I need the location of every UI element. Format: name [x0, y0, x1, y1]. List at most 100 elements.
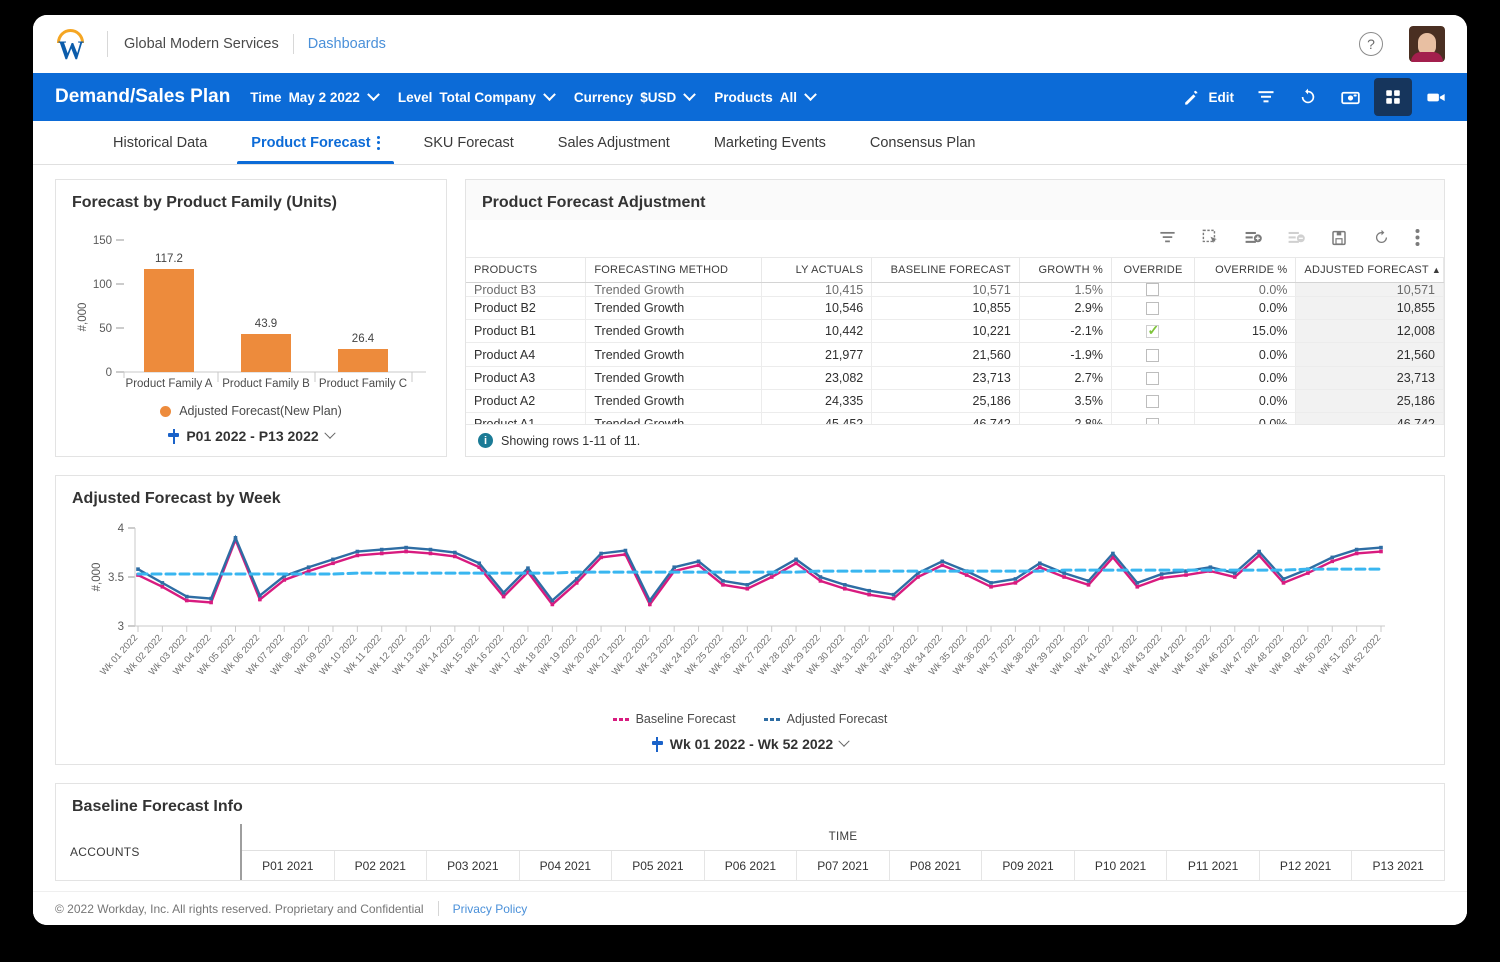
filter-level[interactable]: Level Total Company	[398, 87, 556, 105]
svg-text:0: 0	[106, 367, 112, 379]
table-row[interactable]: Product A3 Trended Growth 23,082 23,713 …	[466, 366, 1444, 390]
col-adjusted-forecast[interactable]: ADJUSTED FORECAST ▲	[1295, 258, 1444, 283]
grid-refresh-icon[interactable]	[1372, 228, 1391, 247]
override-checkbox[interactable]	[1146, 322, 1160, 339]
tab-marketing-events[interactable]: Marketing Events	[692, 121, 848, 164]
bar-product-family-b[interactable]	[241, 334, 291, 372]
bar-chart-period-selector[interactable]: P01 2022 - P13 2022	[56, 418, 446, 456]
filter-level-value: Total Company	[439, 89, 536, 105]
data-point	[550, 598, 555, 603]
filter-currency[interactable]: Currency $USD	[574, 87, 697, 105]
cell-override[interactable]	[1111, 389, 1195, 414]
col-growth-pct[interactable]: GROWTH %	[1019, 258, 1112, 283]
override-checkbox[interactable]	[1146, 395, 1160, 409]
cell-product: Product A2	[466, 389, 587, 414]
cell-override[interactable]	[1111, 342, 1195, 367]
filter-time[interactable]: Time May 2 2022	[250, 87, 380, 105]
filter-products[interactable]: Products All	[714, 87, 817, 105]
cell-override[interactable]	[1111, 282, 1195, 297]
cell-override-pct[interactable]: 0.0%	[1194, 412, 1297, 424]
override-checkbox[interactable]	[1146, 302, 1160, 316]
table-row[interactable]: Product B3 Trended Growth 10,415 10,571 …	[466, 282, 1444, 297]
user-avatar[interactable]	[1409, 26, 1445, 62]
col-ly-actuals[interactable]: LY ACTUALS	[761, 258, 873, 283]
bar-product-family-c[interactable]	[338, 349, 388, 372]
col-baseline-forecast[interactable]: BASELINE FORECAST	[871, 258, 1020, 283]
add-row-icon[interactable]	[1244, 228, 1263, 247]
period-header[interactable]: P01 2021	[242, 851, 335, 880]
tab-options-icon[interactable]	[376, 135, 380, 150]
accounts-column-header[interactable]: ACCOUNTS	[56, 824, 242, 880]
forecast-table: PRODUCTS FORECASTING METHOD LY ACTUALS B…	[466, 258, 1444, 424]
forecast-grid[interactable]: PRODUCTS FORECASTING METHOD LY ACTUALS B…	[466, 258, 1444, 424]
grid-filter-icon[interactable]	[1158, 228, 1177, 247]
table-row[interactable]: Product A2 Trended Growth 24,335 25,186 …	[466, 389, 1444, 414]
cell-override[interactable]	[1111, 412, 1195, 424]
cell-override-pct[interactable]: 0.0%	[1194, 296, 1297, 321]
period-header[interactable]: P05 2021	[612, 851, 705, 880]
tab-product-forecast[interactable]: Product Forecast	[229, 121, 401, 164]
data-point	[1086, 583, 1091, 587]
cell-override[interactable]	[1111, 366, 1195, 390]
edit-button[interactable]: Edit	[1173, 78, 1244, 116]
cell-ly-actuals: 45,452	[761, 412, 873, 424]
table-row[interactable]: Product B1 Trended Growth 10,442 10,221 …	[466, 319, 1444, 344]
cell-override-pct[interactable]: 0.0%	[1194, 342, 1297, 367]
filter-button[interactable]	[1247, 78, 1285, 116]
period-header[interactable]: P09 2021	[982, 851, 1075, 880]
cell-override-pct[interactable]: 0.0%	[1194, 366, 1297, 390]
override-checkbox[interactable]	[1146, 348, 1160, 362]
data-point	[867, 592, 871, 597]
cell-override[interactable]	[1111, 319, 1195, 344]
cell-override-pct[interactable]: 0.0%	[1194, 282, 1297, 297]
table-row[interactable]: Product B2 Trended Growth 10,546 10,855 …	[466, 296, 1444, 321]
override-checkbox[interactable]	[1146, 371, 1160, 385]
period-header[interactable]: P02 2021	[334, 851, 428, 880]
table-row[interactable]: Product A1 Trended Growth 45,452 46,742 …	[466, 412, 1444, 424]
override-checkbox[interactable]	[1146, 283, 1160, 296]
bar-product-family-a[interactable]	[144, 269, 194, 372]
grid-view-button[interactable]	[1374, 78, 1412, 116]
period-header[interactable]: P13 2021	[1352, 851, 1444, 880]
legend-adjusted-forecast[interactable]: Adjusted Forecast	[763, 712, 887, 726]
chevron-down-icon	[683, 87, 697, 101]
line-chart-legend: Baseline Forecast Adjusted Forecast	[56, 712, 1444, 726]
grid-select-icon[interactable]	[1201, 228, 1220, 247]
col-products[interactable]: PRODUCTS	[466, 258, 587, 283]
save-icon[interactable]	[1330, 229, 1348, 247]
col-forecasting-method[interactable]: FORECASTING METHOD	[585, 258, 762, 283]
tab-sku-forecast[interactable]: SKU Forecast	[402, 121, 536, 164]
cell-override-pct[interactable]: 0.0%	[1194, 389, 1297, 414]
record-button[interactable]	[1416, 78, 1457, 116]
snapshot-button[interactable]	[1331, 78, 1370, 116]
table-row[interactable]: Product A4 Trended Growth 21,977 21,560 …	[466, 342, 1444, 367]
col-override[interactable]: OVERRIDE	[1111, 258, 1195, 283]
col-override-pct[interactable]: OVERRIDE %	[1194, 258, 1297, 283]
more-options-icon[interactable]	[1415, 228, 1420, 247]
period-header[interactable]: P04 2021	[519, 851, 613, 880]
period-header[interactable]: P12 2021	[1259, 851, 1353, 880]
cell-override[interactable]	[1111, 296, 1195, 321]
tab-historical-data[interactable]: Historical Data	[91, 121, 229, 164]
privacy-policy-link[interactable]: Privacy Policy	[453, 902, 528, 916]
period-header[interactable]: P11 2021	[1167, 851, 1260, 880]
period-header[interactable]: P08 2021	[889, 851, 983, 880]
period-header[interactable]: P10 2021	[1074, 851, 1168, 880]
period-header[interactable]: P03 2021	[427, 851, 520, 880]
help-circle-icon[interactable]: ?	[1359, 32, 1383, 56]
period-header[interactable]: P06 2021	[704, 851, 798, 880]
bar-chart: 150 100 50 0 #,000 117.2 43.9 26.4 Produ…	[56, 220, 446, 402]
data-point	[1257, 549, 1261, 554]
cell-override-pct[interactable]: 15.0%	[1194, 319, 1297, 344]
refresh-button[interactable]	[1289, 78, 1327, 116]
line-chart-period-selector[interactable]: Wk 01 2022 - Wk 52 2022	[56, 726, 1444, 764]
cell-baseline: 10,571	[871, 282, 1020, 297]
tab-consensus-plan[interactable]: Consensus Plan	[848, 121, 998, 164]
period-header[interactable]: P07 2021	[797, 851, 890, 880]
cell-product: Product A3	[466, 366, 587, 390]
breadcrumb-dashboards[interactable]: Dashboards	[308, 36, 386, 52]
legend-baseline-forecast[interactable]: Baseline Forecast	[612, 712, 736, 726]
workday-logo-icon[interactable]: W	[51, 24, 91, 64]
tab-sales-adjustment[interactable]: Sales Adjustment	[536, 121, 692, 164]
data-point	[501, 590, 506, 595]
